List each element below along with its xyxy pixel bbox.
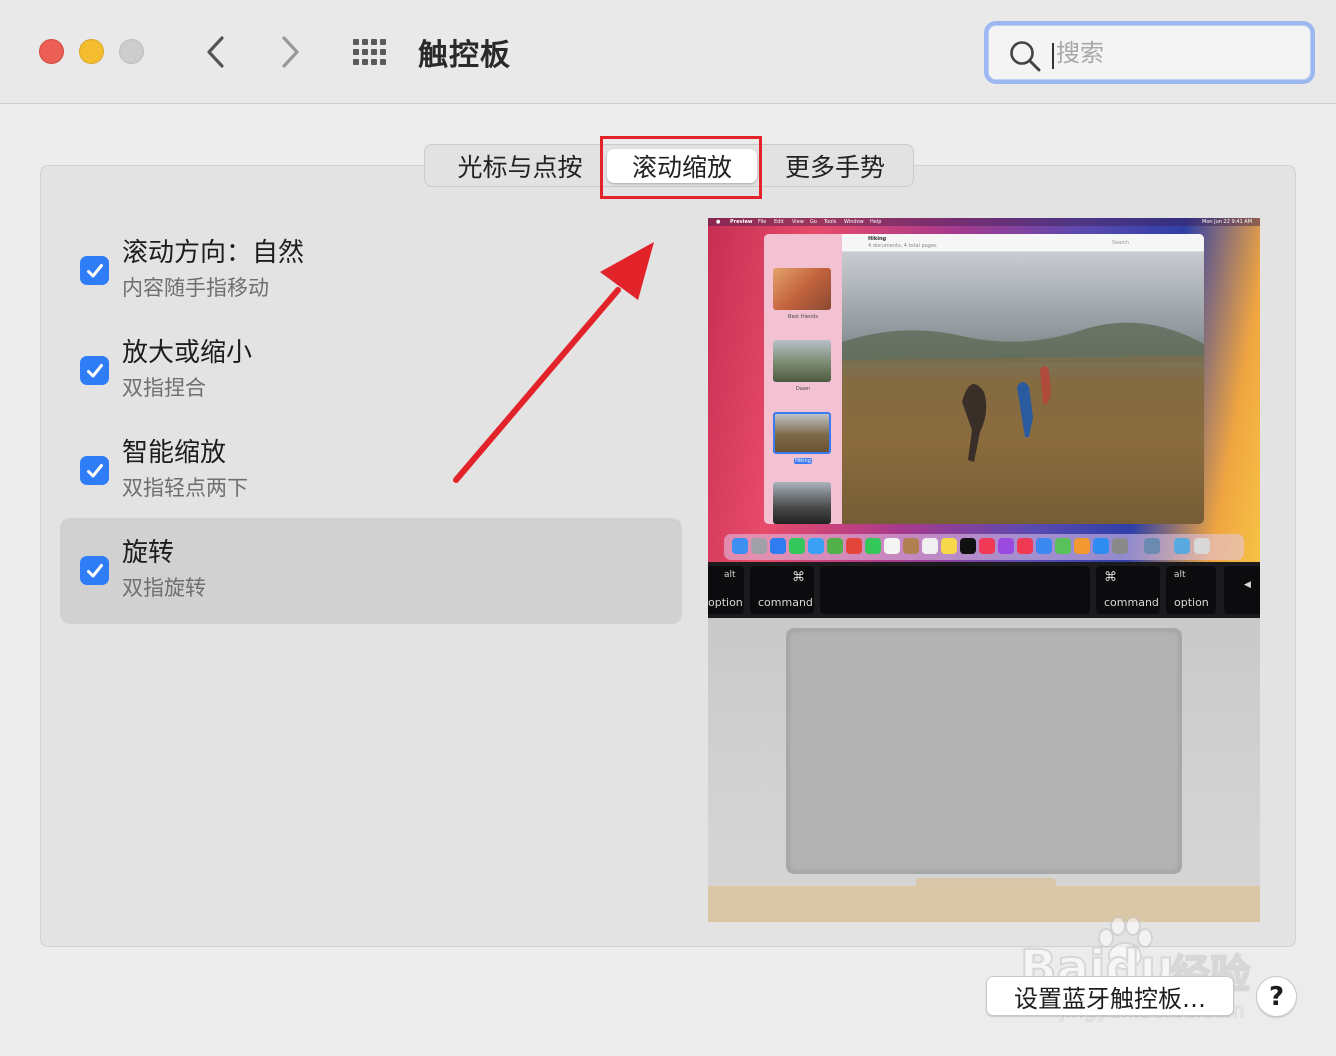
menubar-item: File	[758, 219, 767, 225]
apple-icon: ●	[716, 219, 721, 225]
tab-more-gestures[interactable]: 更多手势	[765, 149, 905, 183]
option-title: 放大或缩小	[122, 338, 253, 368]
smart-zoom-checkbox[interactable]	[80, 456, 109, 485]
gesture-preview-image: ● Preview File Edit View Go Tools Window…	[708, 218, 1260, 922]
zoom-in-out-checkbox[interactable]	[80, 356, 109, 385]
preview-desk	[708, 886, 1260, 922]
preview-keyboard: alt option ⌘ command ⌘ command alt optio…	[708, 562, 1260, 618]
help-button[interactable]: ?	[1256, 976, 1297, 1017]
thumbnail	[773, 340, 831, 382]
thumbnail	[773, 268, 831, 310]
zoom-button	[119, 39, 144, 64]
option-description: 内容随手指移动	[122, 276, 269, 300]
preview-menubar: ● Preview File Edit View Go Tools Window…	[708, 218, 1260, 226]
hiking-photo	[842, 252, 1204, 524]
checkmark-icon	[86, 263, 103, 277]
option-description: 双指捏合	[122, 376, 206, 400]
thumbnail-selected	[773, 412, 831, 454]
checkmark-icon	[86, 563, 103, 577]
rotate-checkbox[interactable]	[80, 556, 109, 585]
search-input[interactable]	[1056, 35, 1296, 71]
menubar-item: Preview	[730, 219, 753, 225]
preview-dock	[724, 534, 1244, 560]
menubar-item: Help	[870, 219, 882, 225]
preview-laptop-body	[708, 618, 1260, 922]
chevron-right-icon	[282, 36, 299, 68]
option-rotate[interactable]: 旋转 双指旋转	[60, 518, 682, 624]
key-option-left: alt option	[708, 566, 744, 614]
checkmark-icon	[86, 363, 103, 377]
thumbnail-label: Dawn	[795, 386, 811, 392]
back-button[interactable]	[196, 30, 236, 74]
minimize-button[interactable]	[79, 39, 104, 64]
close-button[interactable]	[39, 39, 64, 64]
option-title: 滚动方向：自然	[122, 238, 305, 268]
option-description: 双指轻点两下	[122, 476, 248, 500]
window-title: 触控板	[418, 38, 511, 73]
key-option-right: alt option	[1166, 566, 1216, 614]
tab-bar: 光标与点按 滚动缩放 更多手势	[424, 144, 914, 187]
title-bar: 触控板	[0, 0, 1336, 104]
search-field[interactable]	[984, 21, 1315, 84]
preview-app-window: Best friends Dawn Hiking Hiking 4 docume…	[764, 234, 1204, 524]
doc-subtitle: 4 documents, 4 total pages	[868, 243, 937, 249]
thumbnail	[773, 482, 831, 524]
chevron-left-icon	[207, 36, 224, 68]
key-command-left: ⌘ command	[750, 566, 814, 614]
tab-scroll-zoom[interactable]: 滚动缩放	[607, 149, 757, 183]
doc-search-label: Search	[1112, 240, 1130, 246]
checkmark-icon	[86, 463, 103, 477]
thumbnail-label: Hiking	[794, 458, 812, 464]
option-description: 双指旋转	[122, 576, 206, 600]
setup-bluetooth-trackpad-button[interactable]: 设置蓝牙触控板…	[986, 976, 1234, 1016]
scroll-direction-checkbox[interactable]	[80, 256, 109, 285]
annotation-arrow-icon	[453, 242, 654, 483]
menubar-item: Tools	[824, 219, 837, 225]
preview-hinge	[916, 878, 1056, 886]
preview-trackpad	[786, 628, 1182, 874]
option-title: 旋转	[122, 538, 175, 568]
thumbnail-label: Best friends	[788, 314, 818, 320]
menubar-item: Go	[810, 219, 817, 225]
preview-screen: ● Preview File Edit View Go Tools Window…	[708, 218, 1260, 562]
preview-sidebar: Best friends Dawn Hiking	[764, 234, 842, 524]
menubar-item: Window	[844, 219, 864, 225]
doc-title: Hiking	[868, 236, 887, 242]
search-icon	[1010, 41, 1041, 72]
menubar-item: Edit	[774, 219, 784, 225]
tab-point-and-click[interactable]: 光标与点按	[437, 149, 603, 183]
menubar-item: View	[792, 219, 804, 225]
photo-scene	[842, 322, 1204, 524]
key-arrow-left: ◀	[1224, 566, 1260, 614]
key-command-right: ⌘ command	[1096, 566, 1160, 614]
menubar-clock: Mon Jun 22 9:41 AM	[1202, 219, 1253, 225]
option-title: 智能缩放	[122, 438, 227, 468]
show-all-button[interactable]	[348, 36, 392, 68]
forward-button[interactable]	[270, 30, 310, 74]
preview-app-toolbar: Hiking 4 documents, 4 total pages Search	[842, 234, 1204, 252]
text-caret	[1052, 43, 1054, 69]
key-space	[820, 566, 1090, 614]
